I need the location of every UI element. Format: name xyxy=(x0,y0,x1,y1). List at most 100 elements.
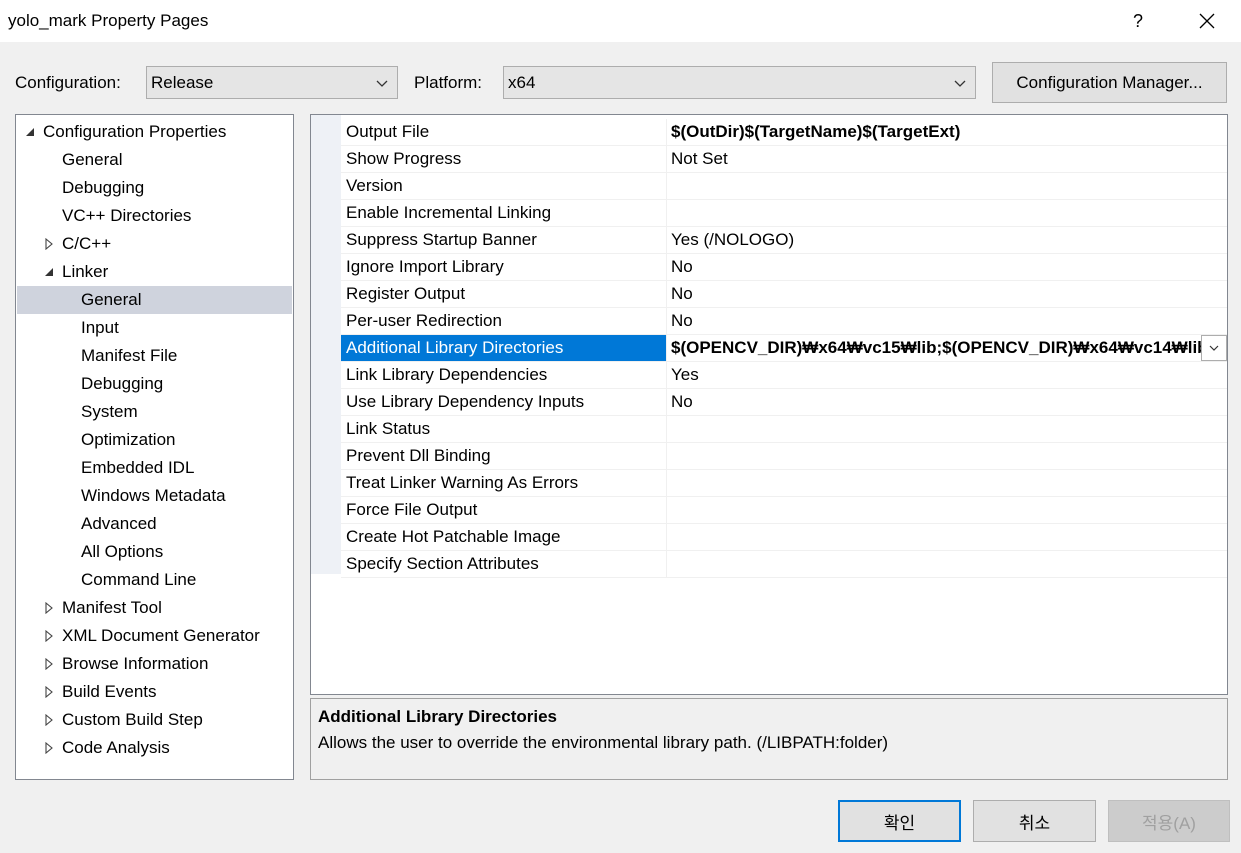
property-row[interactable]: Use Library Dependency Inputs No xyxy=(341,389,1227,416)
expanded-arrow-icon[interactable] xyxy=(25,126,35,138)
tree-item[interactable]: Code Analysis xyxy=(17,734,292,762)
property-row[interactable]: Version xyxy=(341,173,1227,200)
collapsed-arrow-icon[interactable] xyxy=(44,714,54,726)
chevron-down-icon xyxy=(376,80,388,87)
property-value[interactable]: Not Set xyxy=(666,146,1227,172)
property-row[interactable]: Link Library Dependencies Yes xyxy=(341,362,1227,389)
expanded-arrow-icon[interactable] xyxy=(44,266,54,278)
chevron-down-icon xyxy=(1209,345,1219,351)
property-row[interactable]: Additional Library Directories $(OPENCV_D… xyxy=(341,335,1227,362)
category-tree[interactable]: Configuration Properties General Debugging… xyxy=(15,114,294,780)
property-value[interactable]: Yes (/NOLOGO) xyxy=(666,227,1227,253)
tree-item[interactable]: Build Events xyxy=(17,678,292,706)
configuration-value: Release xyxy=(151,72,214,92)
tree-item[interactable]: C/C++ xyxy=(17,230,292,258)
tree-item[interactable]: Debugging xyxy=(17,370,292,398)
tree-item-label: Debugging xyxy=(81,374,164,393)
collapsed-arrow-icon[interactable] xyxy=(44,630,54,642)
tree-item[interactable]: General xyxy=(17,146,292,174)
collapsed-arrow-icon[interactable] xyxy=(44,742,54,754)
property-value[interactable]: No xyxy=(666,254,1227,280)
close-button[interactable] xyxy=(1184,0,1230,42)
configuration-manager-button[interactable]: Configuration Manager... xyxy=(992,62,1227,103)
property-name: Use Library Dependency Inputs xyxy=(346,392,585,411)
tree-item[interactable]: System xyxy=(17,398,292,426)
property-value[interactable]: No xyxy=(666,308,1227,334)
help-button[interactable]: ? xyxy=(1118,0,1158,42)
tree-item-label: XML Document Generator xyxy=(62,626,260,645)
property-name: Force File Output xyxy=(346,500,478,519)
property-row[interactable]: Prevent Dll Binding xyxy=(341,443,1227,470)
tree-item[interactable]: Linker xyxy=(17,258,292,286)
property-row[interactable]: Per-user Redirection No xyxy=(341,308,1227,335)
tree-item[interactable]: All Options xyxy=(17,538,292,566)
property-value[interactable]: No xyxy=(666,389,1227,415)
tree-item[interactable]: VC++ Directories xyxy=(17,202,292,230)
configuration-dropdown[interactable]: Release xyxy=(146,66,398,99)
property-name: Suppress Startup Banner xyxy=(346,230,537,249)
tree-item-label: Manifest File xyxy=(81,346,178,365)
property-value[interactable]: Yes xyxy=(666,362,1227,388)
property-name: Register Output xyxy=(346,284,466,303)
cancel-button[interactable]: 취소 xyxy=(973,800,1096,842)
property-row[interactable]: Show Progress Not Set xyxy=(341,146,1227,173)
property-value[interactable]: $(OPENCV_DIR)₩x64₩vc15₩lib;$(OPENCV_DIR)… xyxy=(666,335,1227,361)
tree-item[interactable]: Advanced xyxy=(17,510,292,538)
property-row[interactable]: Treat Linker Warning As Errors xyxy=(341,470,1227,497)
tree-item[interactable]: Optimization xyxy=(17,426,292,454)
tree-item[interactable]: Custom Build Step xyxy=(17,706,292,734)
tree-item[interactable]: Manifest File xyxy=(17,342,292,370)
property-name: Create Hot Patchable Image xyxy=(346,527,561,546)
property-row[interactable]: Force File Output xyxy=(341,497,1227,524)
property-row[interactable]: Suppress Startup Banner Yes (/NOLOGO) xyxy=(341,227,1227,254)
tree-item[interactable]: General xyxy=(17,286,292,314)
property-value[interactable] xyxy=(666,443,1227,469)
property-row[interactable]: Link Status xyxy=(341,416,1227,443)
property-value[interactable] xyxy=(666,497,1227,523)
tree-item[interactable]: Browse Information xyxy=(17,650,292,678)
property-name: Link Library Dependencies xyxy=(346,365,548,384)
property-value[interactable] xyxy=(666,551,1227,577)
property-row[interactable]: Enable Incremental Linking xyxy=(341,200,1227,227)
collapsed-arrow-icon[interactable] xyxy=(44,238,54,250)
collapsed-arrow-icon[interactable] xyxy=(44,658,54,670)
property-row[interactable]: Create Hot Patchable Image xyxy=(341,524,1227,551)
description-panel: Additional Library Directories Allows th… xyxy=(310,698,1228,780)
description-text: Allows the user to override the environm… xyxy=(318,733,889,752)
property-value[interactable] xyxy=(666,524,1227,550)
collapsed-arrow-icon[interactable] xyxy=(44,686,54,698)
property-value[interactable]: No xyxy=(666,281,1227,307)
property-value[interactable] xyxy=(666,470,1227,496)
tree-item[interactable]: Debugging xyxy=(17,174,292,202)
tree-item-label: VC++ Directories xyxy=(62,206,192,225)
property-value[interactable] xyxy=(666,416,1227,442)
property-name: Per-user Redirection xyxy=(346,311,502,330)
tree-item-label: General xyxy=(62,150,123,169)
tree-item[interactable]: Input xyxy=(17,314,292,342)
property-row[interactable]: Ignore Import Library No xyxy=(341,254,1227,281)
tree-item[interactable]: Manifest Tool xyxy=(17,594,292,622)
property-value[interactable]: $(OutDir)$(TargetName)$(TargetExt) xyxy=(666,119,1227,145)
tree-item-label: System xyxy=(81,402,138,421)
tree-item[interactable]: Command Line xyxy=(17,566,292,594)
property-row[interactable]: Output File $(OutDir)$(TargetName)$(Targe… xyxy=(341,119,1227,146)
property-name: Specify Section Attributes xyxy=(346,554,539,573)
property-grid[interactable]: Output File $(OutDir)$(TargetName)$(Targe… xyxy=(310,114,1228,695)
property-value-text: Not Set xyxy=(671,149,728,168)
platform-dropdown[interactable]: x64 xyxy=(503,66,976,99)
value-dropdown-button[interactable] xyxy=(1201,335,1227,361)
property-value[interactable] xyxy=(666,173,1227,199)
tree-item[interactable]: Configuration Properties xyxy=(17,118,292,146)
ok-button[interactable]: 확인 xyxy=(838,800,961,842)
property-value[interactable] xyxy=(666,200,1227,226)
property-value-text: Yes (/NOLOGO) xyxy=(671,230,795,249)
tree-item[interactable]: Embedded IDL xyxy=(17,454,292,482)
tree-item-label: Custom Build Step xyxy=(62,710,203,729)
property-value-text: $(OutDir)$(TargetName)$(TargetExt) xyxy=(671,122,961,141)
tree-item[interactable]: XML Document Generator xyxy=(17,622,292,650)
tree-item[interactable]: Windows Metadata xyxy=(17,482,292,510)
collapsed-arrow-icon[interactable] xyxy=(44,602,54,614)
property-row[interactable]: Register Output No xyxy=(341,281,1227,308)
property-row[interactable]: Specify Section Attributes xyxy=(341,551,1227,578)
tree-item-label: Manifest Tool xyxy=(62,598,162,617)
